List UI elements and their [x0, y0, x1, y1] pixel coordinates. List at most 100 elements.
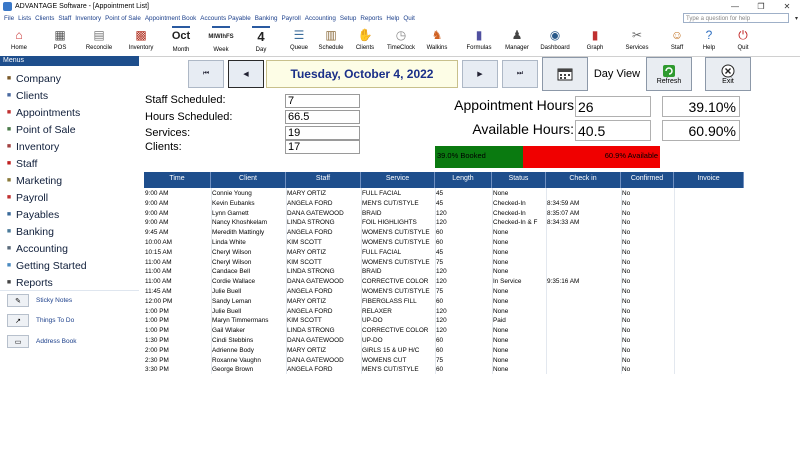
table-row[interactable]: 1:00 PM Gail Wlaker LINDA STRONG CORRECTIVE… [144, 326, 744, 335]
table-row[interactable]: 11:45 AM Julie Buell ANGELA FORD WOMEN'S CU… [144, 287, 744, 296]
table-row[interactable]: 9:00 AM Nancy Khoshkelam LINDA STRONG FOIL … [144, 218, 744, 227]
menu-banking[interactable]: Banking [255, 15, 278, 22]
help-question-input[interactable]: Type a question for help [683, 13, 789, 23]
column-header-status[interactable]: Status [492, 172, 546, 188]
first-day-button[interactable]: ⏮ [188, 60, 224, 88]
table-row[interactable]: 11:00 AM Cordie Wallace DANA GATEWOOD CORRE… [144, 277, 744, 286]
table-row[interactable]: 3:30 PM George Brown ANGELA FORD MEN'S CUT/… [144, 365, 744, 374]
menu-payroll[interactable]: Payroll [281, 15, 300, 22]
cell-status: None [493, 297, 509, 305]
menu-lists[interactable]: Lists [18, 15, 31, 22]
refresh-button[interactable]: Refresh [646, 57, 692, 91]
last-day-button[interactable]: ⏭ [502, 60, 538, 88]
sticky-notes-button[interactable]: ✎ Sticky Notes [2, 292, 137, 309]
toolbar-reconcile-button[interactable]: ▤ Reconcile [80, 24, 118, 56]
menu-appointment-book[interactable]: Appointment Book [145, 15, 196, 22]
cell-confirmed: No [622, 317, 631, 325]
sidebar-item-label: Accounting [16, 242, 68, 255]
menu-point-of-sale[interactable]: Point of Sale [105, 15, 141, 22]
close-button[interactable]: ✕ [774, 0, 800, 13]
sidebar-item-accounting[interactable]: ■ Accounting [0, 240, 139, 257]
sidebar-item-inventory[interactable]: ■ Inventory [0, 138, 139, 155]
table-row[interactable]: 12:00 PM Sandy Leman MARY ORTIZ FIBERGLASS … [144, 297, 744, 306]
next-day-button[interactable]: ▶ [462, 60, 498, 88]
table-row[interactable]: 2:30 PM Roxanne Vaughn DANA GATEWOOD WOMENS… [144, 356, 744, 365]
help-dropdown-icon[interactable]: ▾ [795, 15, 798, 22]
toolbar-schedule-button[interactable]: ▥ Schedule [312, 24, 350, 56]
toolbar-home-button[interactable]: ⌂ Home [0, 24, 38, 56]
toolbar-week-button[interactable]: MIWIhFS Week [202, 24, 240, 56]
table-row[interactable]: 10:15 AM Cheryl Wilson MARY ORTIZ FULL FACI… [144, 248, 744, 257]
column-header-staff[interactable]: Staff [286, 172, 361, 188]
toolbar-day-button[interactable]: 4 Day [242, 24, 280, 56]
menu-accounts-payable[interactable]: Accounts Payable [200, 15, 250, 22]
minimize-button[interactable]: — [722, 0, 748, 13]
toolbar-clients-button[interactable]: ✋ Clients [346, 24, 384, 56]
table-row[interactable]: 11:00 AM Cheryl Wilson KIM SCOTT WOMEN'S CU… [144, 258, 744, 267]
sidebar-item-getting-started[interactable]: ■ Getting Started [0, 257, 139, 274]
toolbar-formulas-button[interactable]: ▮ Formulas [460, 24, 498, 56]
cell-client: Cordie Wallace [212, 278, 256, 286]
menu-inventory[interactable]: Inventory [75, 15, 101, 22]
menu-setup[interactable]: Setup [340, 15, 356, 22]
toolbar-month-button[interactable]: Oct Month [162, 24, 200, 56]
toolbar-graph-button[interactable]: ▮ Graph [576, 24, 614, 56]
menu-staff[interactable]: Staff [58, 15, 71, 22]
cell-status: Checked-In [493, 199, 526, 207]
toolbar-pos-button[interactable]: ▦ POS [41, 24, 79, 56]
restore-button[interactable]: ❐ [748, 0, 774, 13]
table-row[interactable]: 9:00 AM Kevin Eubanks ANGELA FORD MEN'S CUT… [144, 199, 744, 208]
table-row[interactable]: 1:00 PM Maryn Timmermans KIM SCOTT UP-DO 120… [144, 316, 744, 325]
toolbar-dashboard-button[interactable]: ◉ Dashboard [536, 24, 574, 56]
address-book-button[interactable]: ▭ Address Book [2, 333, 137, 350]
menu-accounting[interactable]: Accounting [305, 15, 336, 22]
sidebar-item-appointments[interactable]: ■ Appointments [0, 104, 139, 121]
toolbar-help-button[interactable]: ? Help [690, 24, 728, 56]
toolbar-manager-button[interactable]: ♟ Manager [498, 24, 536, 56]
toolbar-inventory-button[interactable]: ▩ Inventory [122, 24, 160, 56]
sidebar-item-staff[interactable]: ■ Staff [0, 155, 139, 172]
menu-clients[interactable]: Clients [35, 15, 54, 22]
table-row[interactable]: 1:00 PM Julie Buell ANGELA FORD RELAXER 120 N… [144, 307, 744, 316]
sidebar-item-banking[interactable]: ■ Banking [0, 223, 139, 240]
column-header-invoice[interactable]: Invoice [674, 172, 744, 188]
column-header-service[interactable]: Service [361, 172, 435, 188]
cell-length: 75 [436, 258, 444, 266]
menu-reports[interactable]: Reports [360, 15, 382, 22]
column-header-check-in[interactable]: Check in [546, 172, 621, 188]
table-row[interactable]: 1:30 PM Cindi Stebbins DANA GATEWOOD UP-DO 6… [144, 336, 744, 345]
table-row[interactable]: 9:00 AM Lynn Garnett DANA GATEWOOD BRAID 120… [144, 209, 744, 218]
exit-button[interactable]: Exit [705, 57, 751, 91]
sidebar-item-payables[interactable]: ■ Payables [0, 206, 139, 223]
table-row[interactable]: 9:45 AM Meredith Mattingly ANGELA FORD WOME… [144, 228, 744, 237]
toolbar-label: Formulas [466, 45, 492, 51]
column-header-client[interactable]: Client [211, 172, 286, 188]
toolbar-services-button[interactable]: ✂ Services [618, 24, 656, 56]
sidebar-item-marketing[interactable]: ■ Marketing [0, 172, 139, 189]
cell-invoice [674, 336, 744, 345]
day-view-label[interactable]: Day View [592, 60, 642, 88]
sidebar-item-clients[interactable]: ■ Clients [0, 87, 139, 104]
table-row[interactable]: 11:00 AM Candace Bell LINDA STRONG BRAID 120… [144, 267, 744, 276]
things-to-do-button[interactable]: ↗ Things To Do [2, 312, 137, 329]
column-header-length[interactable]: Length [435, 172, 492, 188]
sidebar-item-company[interactable]: ■ Company [0, 70, 139, 87]
menu-help[interactable]: Help [386, 15, 399, 22]
sidebar-item-payroll[interactable]: ■ Payroll [0, 189, 139, 206]
calendar-picker-button[interactable] [542, 57, 588, 91]
sidebar-item-point-of-sale[interactable]: ■ Point of Sale [0, 121, 139, 138]
menu-file[interactable]: File [4, 15, 14, 22]
table-row[interactable]: 10:00 AM Linda White KIM SCOTT WOMEN'S CUT/… [144, 238, 744, 247]
toolbar-timeclock-button[interactable]: ◷ TimeClock [382, 24, 420, 56]
prev-day-button[interactable]: ◀ [228, 60, 264, 88]
column-header-confirmed[interactable]: Confirmed [621, 172, 674, 188]
refresh-label: Refresh [656, 77, 682, 85]
menu-quit[interactable]: Quit [403, 15, 415, 22]
toolbar-walkins-button[interactable]: ♞ Walkins [418, 24, 456, 56]
cell-confirmed: No [622, 248, 631, 256]
column-header-time[interactable]: Time [144, 172, 211, 188]
table-row[interactable]: 2:00 PM Adrienne Body MARY ORTIZ GIRLS 15 &… [144, 346, 744, 355]
table-row[interactable]: 9:00 AM Connie Young MARY ORTIZ FULL FACIAL… [144, 189, 744, 198]
sidebar-item-reports[interactable]: ■ Reports [0, 274, 139, 291]
toolbar-quit-button[interactable]: ⏻ Quit [724, 24, 762, 56]
